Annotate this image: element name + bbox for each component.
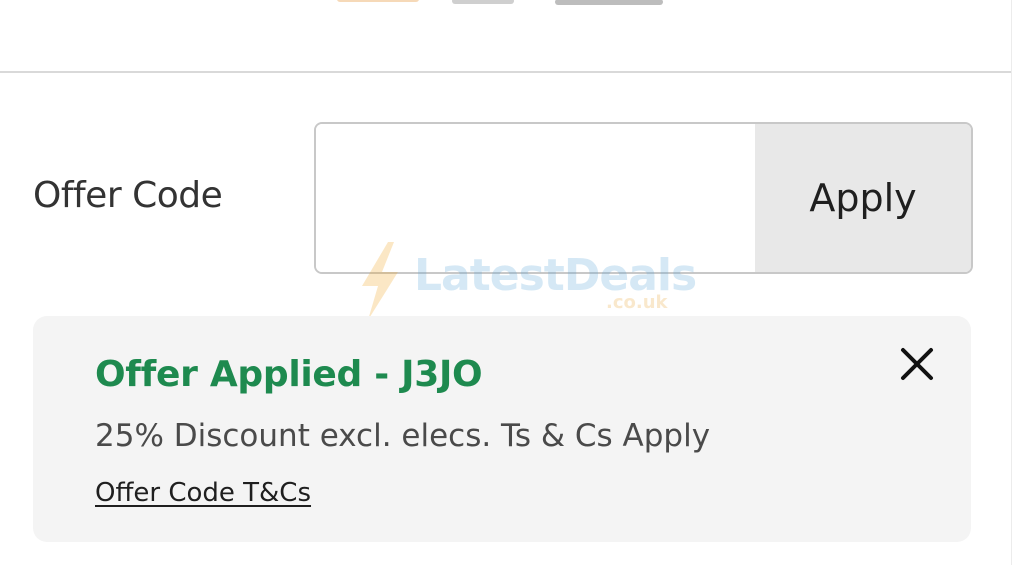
- payment-logos-strip: [0, 0, 1012, 72]
- offer-code-label: Offer Code: [33, 175, 223, 216]
- offer-applied-title: Offer Applied - J3JO: [95, 354, 483, 395]
- watermark-domain: .co.uk: [606, 292, 668, 313]
- payment-logo: [452, 0, 514, 4]
- scrollbar-track[interactable]: [1011, 0, 1024, 565]
- close-button[interactable]: [895, 342, 939, 386]
- offer-description: 25% Discount excl. elecs. Ts & Cs Apply: [95, 418, 711, 454]
- offer-code-page: Offer Code Apply LatestDeals .co.uk Offe…: [0, 0, 1024, 565]
- offer-code-box: Apply: [314, 122, 973, 274]
- payment-logo: [555, 0, 663, 5]
- apply-button[interactable]: Apply: [755, 124, 971, 272]
- offer-terms-link[interactable]: Offer Code T&Cs: [95, 478, 311, 508]
- section-divider: [0, 71, 1012, 73]
- payment-logo: [337, 0, 419, 2]
- close-icon: [901, 348, 933, 380]
- offer-applied-panel: Offer Applied - J3JO 25% Discount excl. …: [33, 316, 971, 542]
- offer-code-input[interactable]: [316, 124, 755, 272]
